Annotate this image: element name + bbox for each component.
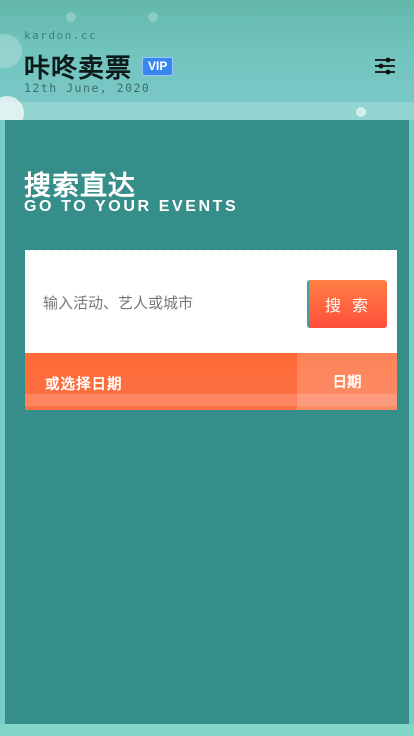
decor-bubble	[148, 12, 158, 22]
decor-bubble	[66, 12, 76, 22]
decor-bubble	[356, 107, 366, 117]
date-button[interactable]: 日期	[297, 353, 397, 410]
footer-strip	[0, 724, 414, 736]
header-date: 12th June, 2020	[24, 81, 151, 95]
app-title: 咔咚卖票	[24, 54, 133, 84]
hero-subtitle: GO TO YOUR EVENTS	[24, 198, 239, 215]
sliders-icon-graphic	[375, 57, 395, 75]
sliders-icon[interactable]	[374, 56, 396, 76]
scallop-edge	[25, 247, 397, 253]
scallop-edge	[25, 407, 397, 413]
title-row: 咔咚卖票 VIP	[24, 48, 174, 85]
site-url: kardon.cc	[24, 29, 98, 42]
search-card: 搜 索 或选择日期 日期	[25, 247, 397, 413]
search-card-top: 搜 索	[25, 247, 397, 353]
header-strip	[0, 102, 414, 120]
search-input[interactable]	[43, 290, 303, 316]
search-button[interactable]: 搜 索	[307, 280, 387, 328]
decor-bubble	[0, 96, 24, 120]
date-picker-label: 或选择日期	[45, 377, 123, 393]
vip-badge: VIP	[142, 57, 174, 76]
date-picker-bar[interactable]: 或选择日期 日期	[25, 353, 397, 413]
decor-bubble	[0, 34, 22, 68]
